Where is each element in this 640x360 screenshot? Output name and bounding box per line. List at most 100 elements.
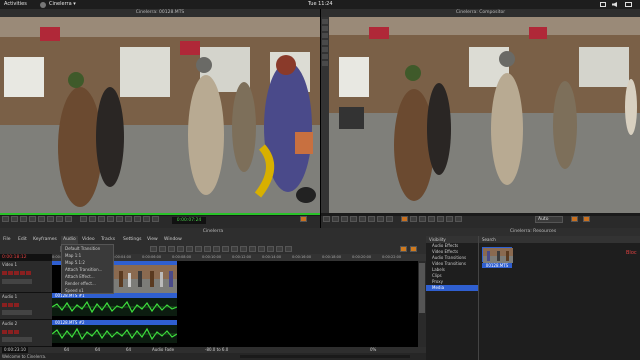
- label-button[interactable]: [134, 216, 141, 222]
- end-button[interactable]: [65, 216, 72, 222]
- tool-splice-icon[interactable]: [186, 246, 193, 252]
- search-bar[interactable]: Search: [479, 236, 640, 243]
- clock[interactable]: Tue 11:24: [308, 0, 333, 9]
- asset-name[interactable]: 00128.MTS: [482, 263, 512, 268]
- menu-file[interactable]: File: [3, 236, 11, 244]
- track-name[interactable]: Audio 2: [0, 320, 52, 327]
- tool-paste-icon[interactable]: [240, 246, 247, 252]
- comp-step-back-button[interactable]: [341, 216, 348, 222]
- comp-next-label-button[interactable]: [428, 216, 435, 222]
- projector-tool-icon[interactable]: [322, 47, 328, 52]
- tool-cut-icon[interactable]: [222, 246, 229, 252]
- folder-visibility[interactable]: Visibility: [426, 236, 478, 243]
- comp-prev-label-button[interactable]: [419, 216, 426, 222]
- play-reverse-button[interactable]: [29, 216, 36, 222]
- folder-media[interactable]: Media: [426, 285, 478, 291]
- track-arm-toggle[interactable]: [8, 330, 13, 334]
- mask-tool-icon[interactable]: [322, 33, 328, 38]
- mark-out-button[interactable]: [89, 216, 96, 222]
- tool-redo-icon[interactable]: [267, 246, 274, 252]
- comp-fast-reverse-button[interactable]: [332, 216, 339, 222]
- tool-undo-icon[interactable]: [258, 246, 265, 252]
- rewind-button[interactable]: [2, 216, 9, 222]
- track-play-toggle[interactable]: [2, 271, 7, 275]
- comp-step-forward-button[interactable]: [368, 216, 375, 222]
- tool-fit-icon[interactable]: [276, 246, 283, 252]
- menu-edit[interactable]: Edit: [18, 236, 27, 244]
- menu-item-map-1-1[interactable]: Map 1:1: [62, 252, 113, 259]
- network-icon[interactable]: [600, 2, 606, 7]
- track-fade-slider[interactable]: [2, 310, 32, 315]
- splice-button[interactable]: [98, 216, 105, 222]
- comp-play-button[interactable]: [359, 216, 366, 222]
- fast-reverse-button[interactable]: [11, 216, 18, 222]
- timeline-horizontal-scrollbar[interactable]: [240, 355, 410, 358]
- tool-zoom-icon[interactable]: [285, 246, 292, 252]
- comp-fast-forward-button[interactable]: [377, 216, 384, 222]
- comp-edit-button[interactable]: [446, 216, 453, 222]
- comp-label-button[interactable]: [437, 216, 444, 222]
- menu-item-default-transition[interactable]: Default Transition: [62, 245, 113, 252]
- protect-tool-icon[interactable]: [322, 19, 328, 24]
- tool-ibeam-icon[interactable]: [159, 246, 166, 252]
- tool-draw-icon[interactable]: [410, 246, 417, 252]
- prev-label-button[interactable]: [143, 216, 150, 222]
- eyedropper-tool-icon[interactable]: [322, 61, 328, 66]
- audio-1-waveform[interactable]: [51, 298, 178, 316]
- compositor-video-frame[interactable]: [329, 17, 640, 213]
- tool-extract-icon[interactable]: [213, 246, 220, 252]
- copy-button[interactable]: [125, 216, 132, 222]
- track-play-toggle[interactable]: [2, 303, 7, 307]
- menu-video[interactable]: Video: [82, 236, 95, 244]
- viewer-video-frame[interactable]: [0, 17, 320, 213]
- to-clip-button[interactable]: [116, 216, 123, 222]
- comp-safe-icon[interactable]: [583, 216, 590, 222]
- activities-button[interactable]: Activities: [4, 0, 27, 9]
- menu-keyframes[interactable]: Keyframes: [33, 236, 57, 244]
- fast-forward-button[interactable]: [56, 216, 63, 222]
- comp-in-point-button[interactable]: [401, 216, 408, 222]
- menu-audio[interactable]: Audio: [61, 236, 78, 244]
- step-forward-button[interactable]: [47, 216, 54, 222]
- menu-window[interactable]: Window: [164, 236, 182, 244]
- volume-icon[interactable]: [612, 2, 617, 7]
- camera-tool-icon[interactable]: [322, 40, 328, 45]
- next-label-button[interactable]: [152, 216, 159, 222]
- play-button[interactable]: [38, 216, 45, 222]
- step-back-button[interactable]: [20, 216, 27, 222]
- comp-end-button[interactable]: [386, 216, 393, 222]
- track-gang-toggle[interactable]: [14, 330, 19, 334]
- tool-arrow-icon[interactable]: [150, 246, 157, 252]
- video-clip-thumbnails[interactable]: [114, 265, 177, 293]
- vertical-scroll-thumb[interactable]: [419, 263, 425, 313]
- comp-out-point-button[interactable]: [410, 216, 417, 222]
- menu-item-attach-transition[interactable]: Attach Transition...: [62, 266, 113, 273]
- track-name[interactable]: Video 1: [0, 261, 52, 268]
- track-arm-toggle[interactable]: [8, 303, 13, 307]
- tool-out-icon[interactable]: [177, 246, 184, 252]
- track-fade-slider[interactable]: [2, 279, 32, 284]
- app-menu[interactable]: Cinelerra ▾: [49, 0, 76, 9]
- track-play-toggle[interactable]: [2, 330, 7, 334]
- track-gang-toggle[interactable]: [14, 303, 19, 307]
- menu-item-attach-effect[interactable]: Attach Effect...: [62, 273, 113, 280]
- audio-2-waveform[interactable]: [51, 325, 178, 343]
- asset-thumbnail[interactable]: [482, 247, 513, 263]
- viewer-zoom-icon[interactable]: [300, 216, 307, 222]
- overwrite-button[interactable]: [107, 216, 114, 222]
- zoom-tool-icon[interactable]: [322, 26, 328, 31]
- power-menu-icon[interactable]: [625, 2, 632, 7]
- tool-in-icon[interactable]: [168, 246, 175, 252]
- menu-item-speed[interactable]: Speed x1: [62, 287, 113, 294]
- menu-item-map-5-1-2[interactable]: Map 5.1:2: [62, 259, 113, 266]
- comp-fit-icon[interactable]: [571, 216, 578, 222]
- track-name[interactable]: Audio 1: [0, 293, 52, 300]
- compositor-zoom-select[interactable]: Auto: [535, 216, 563, 223]
- track-arm-toggle[interactable]: [8, 271, 13, 275]
- comp-rewind-button[interactable]: [323, 216, 330, 222]
- track-draw-toggle[interactable]: [20, 271, 25, 275]
- tool-gang-icon[interactable]: [400, 246, 407, 252]
- tool-overwrite-icon[interactable]: [195, 246, 202, 252]
- track-fade-slider[interactable]: [2, 337, 32, 342]
- timeline-vertical-scrollbar[interactable]: [418, 261, 426, 347]
